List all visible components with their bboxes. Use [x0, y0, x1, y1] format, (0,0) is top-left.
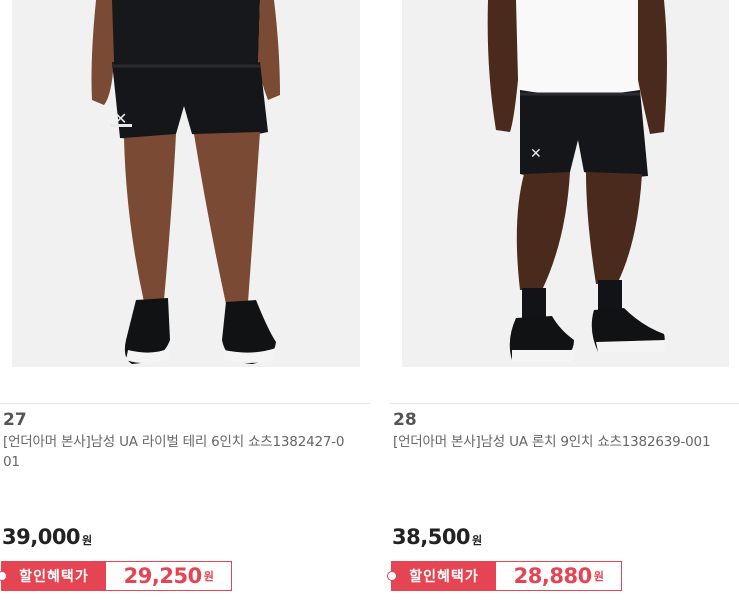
badge-dot-icon	[387, 571, 397, 581]
badge-label: 할인혜택가	[409, 569, 479, 585]
rank-number: 27	[3, 410, 27, 430]
discount-price-unit: 원	[593, 570, 604, 583]
discount-price-unit: 원	[203, 570, 214, 583]
product-photo-shorts: ✕	[12, 0, 360, 367]
discount-price-value: 28,880	[513, 564, 593, 588]
svg-text:✕: ✕	[530, 146, 542, 162]
rank-number: 28	[393, 410, 417, 430]
badge-label: 할인혜택가	[19, 569, 89, 585]
product-image[interactable]: ✕	[12, 0, 360, 367]
price-value: 39,000	[2, 525, 81, 549]
product-image[interactable]: ✕	[402, 0, 729, 367]
price-unit: 원	[472, 534, 482, 547]
discount-price: 28,880 원	[496, 562, 621, 590]
discount-price: 29,250 원	[106, 562, 231, 590]
product-card[interactable]: ✕ 28 [언더아머 본사]남성 UA 론치 9인치 쇼츠1382639-001…	[387, 0, 739, 600]
product-photo-shorts: ✕	[402, 0, 729, 367]
discount-badge: 할인혜택가	[0, 562, 106, 590]
badge-dot-icon	[0, 571, 7, 581]
original-price: 38,500 원	[392, 525, 482, 549]
product-name-link[interactable]: [언더아머 본사]남성 UA 라이벌 테리 6인치 쇼츠1382427-001	[3, 432, 351, 472]
divider	[0, 403, 370, 404]
discount-benefit-box: 할인혜택가 28,880 원	[387, 561, 622, 591]
price-unit: 원	[82, 534, 92, 547]
product-name-link[interactable]: [언더아머 본사]남성 UA 론치 9인치 쇼츠1382639-001	[393, 432, 727, 452]
price-value: 38,500	[392, 525, 471, 549]
discount-price-value: 29,250	[123, 564, 203, 588]
divider	[390, 403, 739, 404]
discount-badge: 할인혜택가	[387, 562, 496, 590]
discount-benefit-box: 할인혜택가 29,250 원	[0, 561, 232, 591]
original-price: 39,000 원	[2, 525, 92, 549]
product-card[interactable]: ✕ 27 [언더아머 본사]남성 UA 라이벌 테리 6인치 쇼츠1382427…	[0, 0, 370, 600]
